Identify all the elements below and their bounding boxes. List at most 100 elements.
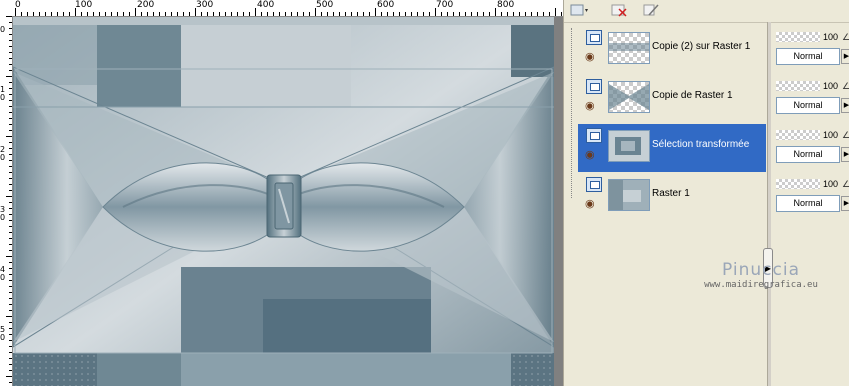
ruler-tick xyxy=(9,148,12,149)
ruler-tick xyxy=(123,12,124,16)
ruler-tick xyxy=(63,12,64,16)
ruler-tick xyxy=(519,12,520,16)
ruler-tick xyxy=(459,12,460,16)
ruler-tick xyxy=(87,12,88,16)
layer-row[interactable]: ◉ Copie (2) sur Raster 1 xyxy=(578,26,766,74)
opacity-slider[interactable] xyxy=(776,130,820,140)
lock-icon[interactable]: ∠ xyxy=(842,32,849,43)
opacity-slider[interactable] xyxy=(776,179,820,189)
layers-palette: ◉ Copie (2) sur Raster 1 ◉ Copie de Rast… xyxy=(563,0,849,386)
ruler-tick xyxy=(9,214,12,215)
ruler-tick xyxy=(27,12,28,16)
dropdown-arrow-icon[interactable]: ▶ xyxy=(841,196,849,211)
ruler-tick xyxy=(177,12,178,16)
artwork-canvas[interactable] xyxy=(13,17,554,386)
ruler-tick xyxy=(9,298,12,299)
lock-icon[interactable]: ∠ xyxy=(842,81,849,92)
ruler-tick xyxy=(9,166,12,167)
opacity-slider[interactable] xyxy=(776,32,820,42)
blend-mode-select[interactable]: Normal xyxy=(776,146,840,163)
ruler-tick xyxy=(375,8,376,16)
lock-icon[interactable]: ∠ xyxy=(842,179,849,190)
eye-icon[interactable]: ◉ xyxy=(585,199,601,210)
ruler-tick xyxy=(6,256,12,257)
ruler-tick xyxy=(291,12,292,16)
ruler-tick xyxy=(9,358,12,359)
opacity-value: 100 xyxy=(822,179,838,189)
layer-name: Copie (2) sur Raster 1 xyxy=(652,41,751,52)
layer-thumbnail xyxy=(608,81,650,113)
opacity-value: 100 xyxy=(822,130,838,140)
ruler-tick xyxy=(9,232,12,233)
ruler-tick xyxy=(219,12,220,16)
ruler-tick xyxy=(165,12,166,16)
layer-props-group: 100 ∠ Normal ▶ xyxy=(774,77,849,121)
ruler-tick xyxy=(9,82,12,83)
ruler-tick xyxy=(51,12,52,16)
ruler-tick xyxy=(471,12,472,16)
dropdown-arrow-icon[interactable]: ▶ xyxy=(841,98,849,113)
ruler-tick xyxy=(93,12,94,16)
layer-thumbnail xyxy=(608,130,650,162)
vertical-ruler: 0 1 0 2 0 3 0 4 0 5 0 xyxy=(0,16,13,386)
delete-layer-button[interactable] xyxy=(608,1,630,19)
ruler-label: 0 xyxy=(0,25,6,34)
ruler-tick xyxy=(249,12,250,16)
blend-mode-select[interactable]: Normal xyxy=(776,97,840,114)
ruler-tick xyxy=(9,352,12,353)
tree-line xyxy=(571,28,572,198)
ruler-tick xyxy=(9,142,12,143)
ruler-tick xyxy=(483,12,484,16)
ruler-tick xyxy=(135,8,136,16)
ruler-label: 700 xyxy=(436,0,454,10)
ruler-tick xyxy=(423,12,424,16)
image-canvas-area: 0 100 200 300 400 500 600 700 800 0 1 0 … xyxy=(0,0,563,386)
ruler-tick xyxy=(393,12,394,16)
ruler-tick xyxy=(9,46,12,47)
panel-splitter[interactable] xyxy=(767,22,771,386)
ruler-tick xyxy=(9,34,12,35)
delete-layer-icon xyxy=(611,4,627,17)
layer-row[interactable]: ◉ Raster 1 xyxy=(578,173,766,221)
ruler-tick xyxy=(129,12,130,16)
new-layer-button[interactable] xyxy=(568,1,590,19)
ruler-tick xyxy=(465,12,466,16)
ruler-tick xyxy=(9,52,12,53)
ruler-tick xyxy=(9,244,12,245)
opacity-slider[interactable] xyxy=(776,81,820,91)
ruler-tick xyxy=(9,370,12,371)
blend-mode-select[interactable]: Normal xyxy=(776,48,840,65)
ruler-tick xyxy=(9,364,12,365)
ruler-tick xyxy=(45,12,46,16)
blend-mode-select[interactable]: Normal xyxy=(776,195,840,212)
eye-icon[interactable]: ◉ xyxy=(585,52,601,63)
ruler-label: 300 xyxy=(196,0,214,10)
layer-props-group: 100 ∠ Normal ▶ xyxy=(774,126,849,170)
ruler-tick xyxy=(303,12,304,16)
ruler-tick xyxy=(9,238,12,239)
ruler-tick xyxy=(495,8,496,16)
layer-properties-button[interactable] xyxy=(640,1,662,19)
ruler-tick xyxy=(429,12,430,16)
watermark-url: www.maidiregrafica.eu xyxy=(704,280,818,290)
eye-icon[interactable]: ◉ xyxy=(585,150,601,161)
opacity-value: 100 xyxy=(822,32,838,42)
ruler-tick xyxy=(9,220,12,221)
ruler-tick xyxy=(105,12,106,16)
dropdown-arrow-icon[interactable]: ▶ xyxy=(841,147,849,162)
dropdown-arrow-icon[interactable]: ▶ xyxy=(841,49,849,64)
ruler-tick xyxy=(9,268,12,269)
ruler-tick xyxy=(9,22,12,23)
ruler-tick xyxy=(501,12,502,16)
layer-row[interactable]: ◉ Sélection transformée xyxy=(578,124,766,172)
eye-icon[interactable]: ◉ xyxy=(585,101,601,112)
lock-icon[interactable]: ∠ xyxy=(842,130,849,141)
layer-row[interactable]: ◉ Copie de Raster 1 xyxy=(578,75,766,123)
ruler-tick xyxy=(327,12,328,16)
ruler-label: 800 xyxy=(497,0,515,10)
ruler-tick xyxy=(9,208,12,209)
ruler-tick xyxy=(9,202,12,203)
ruler-tick xyxy=(357,12,358,16)
ruler-tick xyxy=(9,286,12,287)
ruler-tick xyxy=(543,12,544,16)
